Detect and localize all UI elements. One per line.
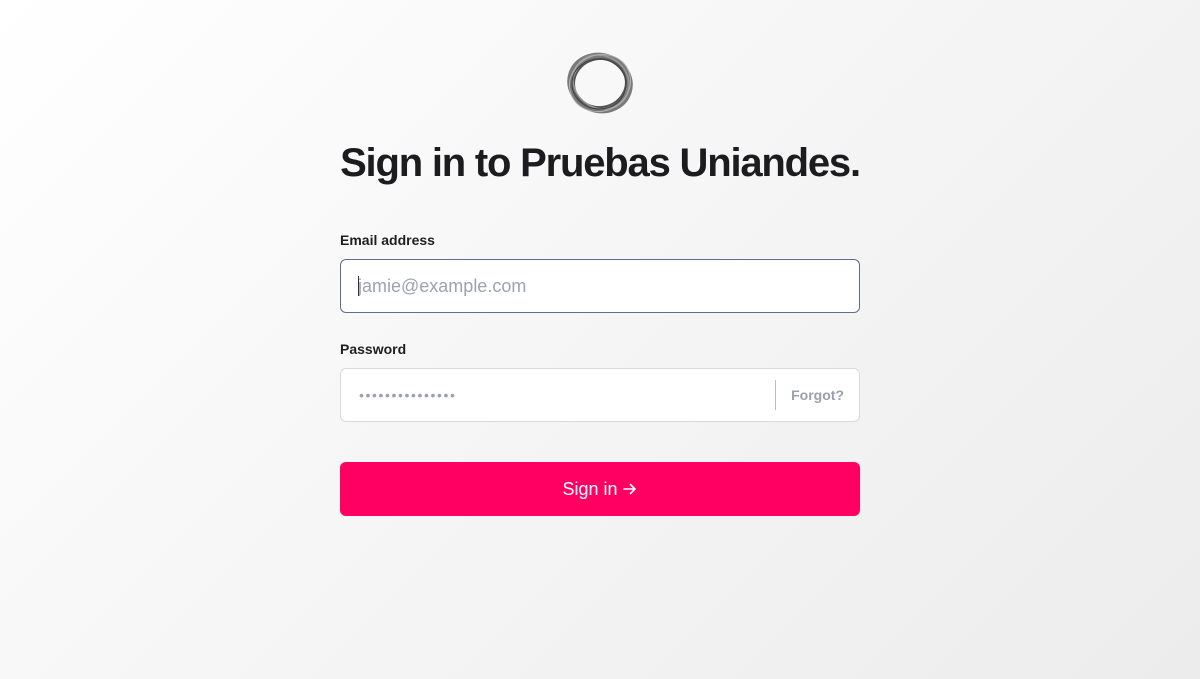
sign-in-page: Sign in to Pruebas Uniandes. Email addre…	[0, 0, 1200, 679]
page-title: Sign in to Pruebas Uniandes.	[340, 141, 861, 185]
email-field-container	[340, 259, 860, 313]
password-field[interactable]: ••••••••••••••• Forgot?	[340, 368, 860, 422]
forgot-password-link[interactable]: Forgot?	[791, 369, 844, 421]
password-masked-value: •••••••••••••••	[359, 387, 457, 403]
password-label: Password	[340, 341, 407, 357]
email-input[interactable]	[341, 260, 838, 312]
arrow-right-icon	[622, 481, 638, 497]
ring-logo-icon	[566, 50, 634, 116]
sign-in-button[interactable]: Sign in	[340, 462, 860, 516]
text-caret	[358, 276, 359, 296]
email-label: Email address	[340, 232, 435, 248]
sign-in-label: Sign in	[562, 478, 618, 499]
password-divider	[775, 380, 776, 410]
sign-in-form: Email address Password ••••••••••••••• F…	[340, 230, 860, 516]
